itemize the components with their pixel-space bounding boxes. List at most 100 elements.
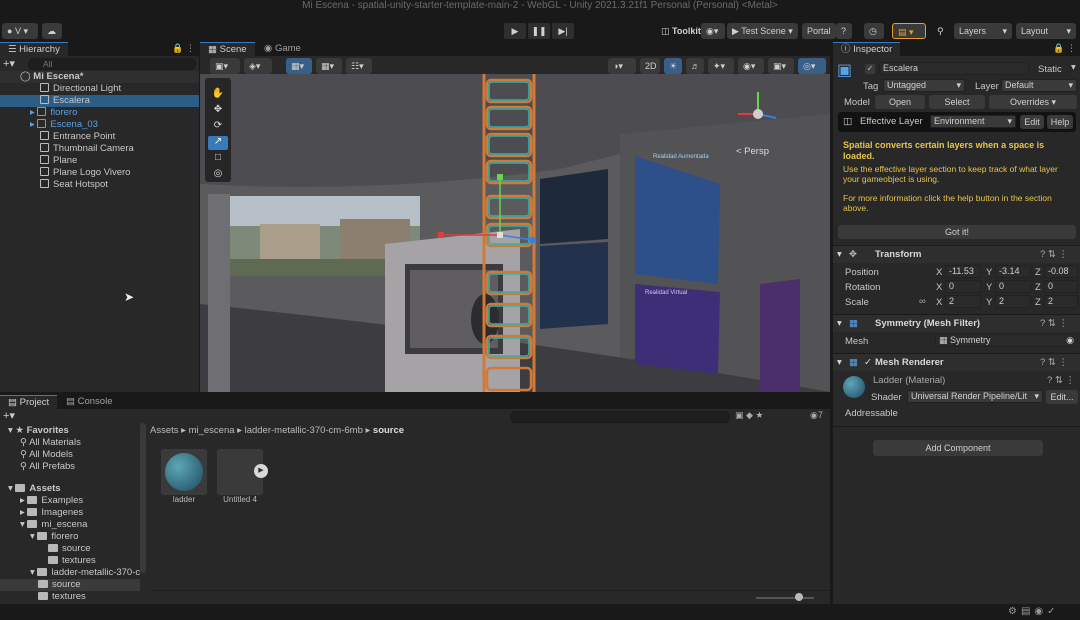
draw-mode-dropdown[interactable]: ▣▾ (210, 58, 240, 74)
increment-snap-dropdown[interactable]: ☷▾ (346, 58, 372, 74)
toggle-2d-button[interactable]: 2D (640, 58, 660, 74)
scale-y-field[interactable]: 2 (995, 295, 1031, 308)
lighting-icon[interactable]: ☀ (664, 58, 682, 74)
breadcrumb-assets[interactable]: Assets (150, 425, 179, 436)
mesh-object-field[interactable]: ▦ Symmetry ◉ (935, 334, 1078, 347)
search-icon[interactable]: ⚲ (932, 23, 950, 39)
hidden-count-badge[interactable]: ◉7 (810, 410, 823, 421)
breadcrumb-ladder[interactable]: ladder-metallic-370-cm-6mb (245, 425, 363, 436)
history-icon[interactable]: ◷ (864, 23, 884, 39)
asset-untitled-4-model[interactable]: ▶ (217, 449, 268, 495)
position-x-field[interactable]: -11.53 (945, 265, 981, 278)
hierarchy-item-escalera[interactable]: Escalera (0, 95, 199, 107)
publish-dropdown[interactable]: ◉▾ (701, 23, 725, 39)
scene-root[interactable]: ◯ Mi Escena* (0, 71, 199, 83)
scale-z-field[interactable]: 2 (1044, 295, 1078, 308)
camera-dropdown[interactable]: ▣▾ (768, 58, 794, 74)
hierarchy-item-plane-logo-vivero[interactable]: Plane Logo Vivero (0, 167, 199, 179)
toolkit-button[interactable]: ◫ Toolkit (656, 23, 706, 39)
asset-ladder-material[interactable] (161, 449, 207, 495)
component-menu-icon[interactable]: ? ⇅ ⋮ (1047, 375, 1075, 386)
component-menu-icon[interactable]: ? ⇅ ⋮ (1040, 318, 1068, 329)
folder-florero-source[interactable]: source (48, 543, 91, 555)
hierarchy-item-directional-light[interactable]: Directional Light (0, 83, 199, 95)
select-button[interactable]: Select (929, 95, 985, 109)
effects-dropdown[interactable]: ✦▾ (708, 58, 734, 74)
help-icon[interactable]: ? (836, 23, 852, 39)
object-name-input[interactable]: Escalera (879, 62, 1029, 75)
play-button[interactable]: ▶ (504, 23, 526, 39)
effective-layer-dropdown[interactable]: Environment ▾ (930, 115, 1016, 128)
link-icon[interactable]: ∞ (919, 296, 926, 307)
layers-dropdown[interactable]: Layers ▾ (954, 23, 1012, 39)
enabled-checkbox[interactable]: ✓ (864, 357, 872, 368)
component-menu-icon[interactable]: ? ⇅ ⋮ (1040, 249, 1068, 260)
project-search-input[interactable] (510, 411, 730, 423)
portal-button[interactable]: Portal (802, 23, 836, 39)
tab-hierarchy[interactable]: ☰ Hierarchy (0, 42, 68, 56)
component-menu-icon[interactable]: ? ⇅ ⋮ (1040, 357, 1068, 368)
pause-button[interactable]: ❚❚ (528, 23, 550, 39)
visibility-dropdown[interactable]: ◉▾ (738, 58, 764, 74)
tab-project[interactable]: ▤ Project (0, 395, 58, 409)
favorite-all-models[interactable]: ⚲ All Models (20, 449, 73, 461)
breadcrumb-mi-escena[interactable]: mi_escena (189, 425, 235, 436)
rotation-y-field[interactable]: 0 (995, 280, 1031, 293)
grid-snap-dropdown[interactable]: ▦▾ (286, 58, 312, 74)
packages-dropdown[interactable]: ▤ ▾ (892, 23, 926, 39)
step-button[interactable]: ▶| (552, 23, 574, 39)
folder-examples[interactable]: ▸ Examples (20, 495, 83, 507)
hierarchy-item-thumbnail-camera[interactable]: Thumbnail Camera (0, 143, 199, 155)
filter-icons[interactable]: ▣ ◆ ★ (735, 410, 764, 421)
scene-viewport[interactable]: ✋ ✥ ⟳ ↗ □ ◎ < Persp Realidad Aumentada R… (200, 74, 830, 392)
folder-ladder[interactable]: ▾ ladder-metallic-370-cr (30, 567, 140, 579)
zoom-slider[interactable] (756, 597, 814, 599)
audio-icon[interactable]: ♬ (686, 58, 704, 74)
hierarchy-item-entrance-point[interactable]: Entrance Point (0, 131, 199, 143)
static-dropdown[interactable]: ▾ (1071, 62, 1076, 73)
favorite-all-prefabs[interactable]: ⚲ All Prefabs (20, 461, 75, 473)
folder-florero-textures[interactable]: textures (48, 555, 96, 567)
transform-tool-icon[interactable]: ◎ (208, 168, 228, 182)
hierarchy-item-florero[interactable]: ▸ florero (0, 107, 199, 119)
hierarchy-item-seat-hotspot[interactable]: Seat Hotspot (0, 179, 199, 191)
mesh-filter-header[interactable]: ▾ ▦ Symmetry (Mesh Filter) ? ⇅ ⋮ (833, 314, 1080, 332)
grid-visibility-dropdown[interactable]: ▦▾ (316, 58, 342, 74)
layout-dropdown[interactable]: Layout ▾ (1016, 23, 1076, 39)
gizmos-dropdown[interactable]: ◎▾ (798, 58, 826, 74)
shader-edit-button[interactable]: Edit... (1046, 390, 1078, 404)
folder-ladder-source[interactable]: source (0, 579, 140, 591)
more-options-icon[interactable]: 🔒 ⋮ (1053, 43, 1076, 54)
effective-layer-edit-button[interactable]: Edit (1020, 115, 1044, 129)
scale-tool-icon[interactable]: ↗ (208, 136, 228, 150)
rotation-z-field[interactable]: 0 (1044, 280, 1078, 293)
favorites-section[interactable]: ▾ ★ Favorites (8, 425, 69, 437)
hierarchy-item-plane[interactable]: Plane (0, 155, 199, 167)
render-mode-dropdown[interactable]: ◈▾ (244, 58, 272, 74)
move-tool-icon[interactable]: ✥ (208, 104, 228, 118)
rect-tool-icon[interactable]: □ (208, 152, 228, 166)
zoom-slider-handle[interactable] (795, 593, 803, 601)
scale-x-field[interactable]: 2 (945, 295, 981, 308)
folder-mi-escena[interactable]: ▾ mi_escena (20, 519, 87, 531)
position-y-field[interactable]: -3.14 (995, 265, 1031, 278)
open-button[interactable]: Open (875, 95, 925, 109)
assets-section[interactable]: ▾ Assets (8, 483, 61, 495)
transform-header[interactable]: ▾ ✥ Transform ? ⇅ ⋮ (833, 245, 1080, 263)
cloud-icon[interactable]: ☁ (42, 23, 62, 39)
rotate-tool-icon[interactable]: ⟳ (208, 120, 228, 134)
layer-dropdown[interactable]: Default ▾ (1001, 79, 1077, 92)
overrides-dropdown[interactable]: Overrides ▾ (989, 95, 1077, 109)
hierarchy-search-input[interactable]: All (28, 58, 196, 70)
add-button[interactable]: +▾ (3, 57, 15, 70)
object-picker-icon[interactable]: ◉ (1066, 335, 1074, 346)
folder-imagenes[interactable]: ▸ Imagenes (20, 507, 83, 519)
test-scene-button[interactable]: ▶ Test Scene ▾ (727, 23, 798, 39)
mesh-renderer-header[interactable]: ▾ ▦ ✓ Mesh Renderer ? ⇅ ⋮ (833, 353, 1080, 371)
tab-console[interactable]: ▤ Console (58, 395, 121, 409)
perspective-label[interactable]: < Persp (736, 146, 769, 157)
favorite-all-materials[interactable]: ⚲ All Materials (20, 437, 81, 449)
breadcrumb-source[interactable]: source (373, 425, 404, 436)
create-button[interactable]: +▾ (3, 409, 15, 422)
tree-scrollbar[interactable] (140, 423, 146, 573)
